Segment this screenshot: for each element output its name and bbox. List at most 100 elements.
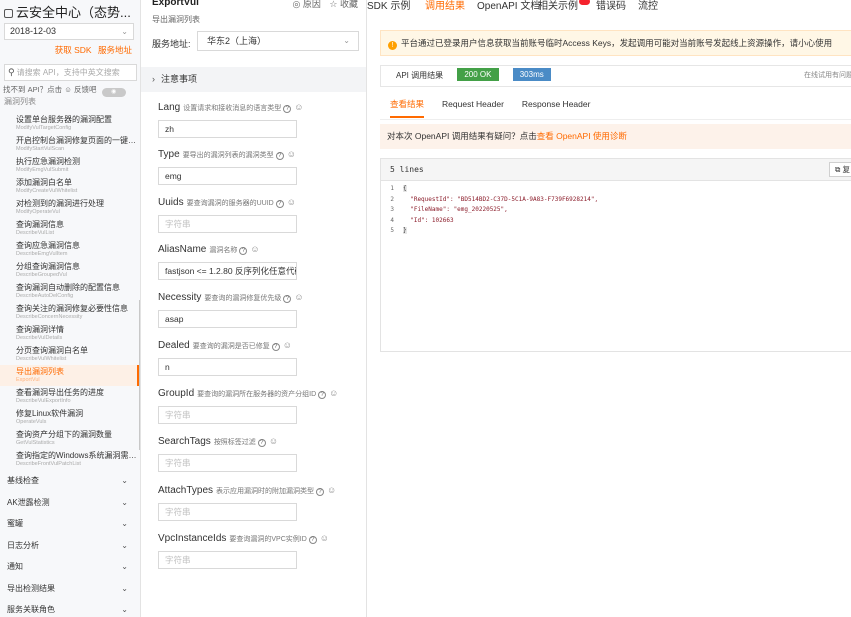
tab-3[interactable]: 相关示例 (538, 0, 590, 12)
line-number: 5 (390, 227, 394, 234)
chevron-down-icon: ⌄ (121, 27, 128, 36)
diagnosis-link[interactable]: 查看 OpenAPI 使用诊断 (537, 131, 627, 141)
sidebar-api-item[interactable]: 开启控制台漏洞修复页面的一键扫描... ModifyStartVulScan (0, 134, 139, 155)
debug-icon[interactable]: ☺ (294, 292, 303, 302)
notice-collapse[interactable]: › 注意事项 (141, 67, 366, 92)
debug-icon[interactable]: ☺ (329, 388, 338, 398)
tab-5[interactable]: 流控 (638, 0, 658, 12)
help-icon[interactable]: ? (283, 105, 292, 113)
param-input[interactable]: 字符串 (158, 551, 297, 569)
param-input[interactable]: 字符串 (158, 406, 297, 424)
help-icon[interactable]: ? (239, 247, 248, 255)
feedback-link[interactable]: 反馈吧 (74, 85, 97, 94)
sidebar-category[interactable]: AK泄露检测 ⌄ (0, 492, 139, 514)
help-icon[interactable]: ? (275, 152, 284, 160)
reason-link[interactable]: 原因 (303, 0, 321, 9)
param-necessity: Necessity 要查询的漏洞修复优先级? ☺ asap (158, 291, 304, 328)
feedback-toggle[interactable]: ◉ (101, 88, 126, 97)
sidebar-api-item[interactable]: 查询漏洞详情 DescribeVulDetails (0, 323, 139, 344)
sidebar-category[interactable]: 蜜罐 ⌄ (0, 513, 139, 535)
copy-button[interactable]: ⧉ 复 (829, 162, 851, 177)
debug-icon[interactable]: ☺ (287, 197, 296, 207)
sidebar-api-item[interactable]: 添加漏洞白名单 ModifyCreateVulWhitelist (0, 176, 139, 197)
chevron-down-icon: ⌄ (121, 540, 128, 550)
api-search-input[interactable]: ⚲ 请搜索 API，支持中英文搜索 (4, 64, 137, 81)
region-select[interactable]: 华东2（上海） ⌄ (197, 31, 359, 51)
version-select[interactable]: 2018-12-03 ⌄ (4, 23, 134, 40)
debug-icon[interactable]: ☺ (287, 149, 296, 159)
sidebar-api-item[interactable]: 查询应急漏洞信息 DescribeEmgVulItem (0, 239, 139, 260)
code-line: 1{ (381, 184, 851, 195)
sidebar-api-item[interactable]: 设置单台服务器的漏洞配置 ModifyVulTargetConfig (0, 113, 139, 134)
line-number: 4 (390, 216, 394, 224)
sidebar-api-item[interactable]: 查询关注的漏洞修复必要性信息 DescribeConcernNecessity (0, 302, 139, 323)
help-icon[interactable]: ? (318, 391, 327, 399)
param-label: AttachTypes 表示应用漏洞时的附加漏洞类型? ☺ (158, 484, 336, 498)
get-sdk-link[interactable]: 获取 SDK (55, 45, 92, 55)
parameter-form: ExportVul ◎ 原因 ☆ 收藏 导出漏洞列表 服务地址: 华东2（上海）… (141, 0, 367, 617)
divider (380, 119, 851, 120)
tab-1[interactable]: 调用结果 (425, 0, 465, 12)
chevron-down-icon: ⌄ (121, 562, 128, 571)
search-icon: ⚲ (8, 67, 15, 77)
tab-label: 错误码 (596, 1, 626, 12)
param-input[interactable]: emg (158, 167, 297, 185)
debug-icon[interactable]: ☺ (250, 244, 259, 254)
param-desc: 设置请求和接收消息的语言类型 (183, 105, 282, 112)
param-label: Uuids 要查询漏洞的服务器的UUID? ☺ (158, 196, 297, 210)
sidebar-category[interactable]: 服务关联角色 ⌄ (0, 599, 139, 617)
debug-icon[interactable]: ☺ (269, 436, 278, 446)
debug-icon[interactable]: ☺ (320, 533, 329, 543)
sidebar-api-item[interactable]: 执行应急漏洞检测 ModifyEmgVulSubmit (0, 155, 139, 176)
debug-icon[interactable]: ☺ (327, 485, 336, 495)
result-tab-2[interactable]: Response Header (522, 99, 591, 109)
result-tab-1[interactable]: Request Header (442, 99, 504, 109)
sidebar-api-item[interactable]: 分组查询漏洞信息 DescribeGroupedVul (0, 260, 139, 281)
help-icon[interactable]: ? (275, 200, 284, 208)
sidebar-category[interactable]: 日志分析 ⌄ (0, 535, 139, 557)
api-name: ExportVul (152, 0, 199, 8)
sidebar-api-item[interactable]: 导出漏洞列表 ExportVul (0, 365, 139, 386)
param-input[interactable]: 字符串 (158, 454, 297, 472)
sidebar-api-item[interactable]: 查询漏洞自动删除的配置信息 DescribeAutoDelConfig (0, 281, 139, 302)
smile-icon: ☺ (64, 85, 72, 94)
sidebar-category[interactable]: 导出检测结果 ⌄ (0, 578, 139, 600)
help-icon[interactable]: ? (257, 439, 266, 447)
sidebar-api-item[interactable]: 查看漏洞导出任务的进度 DescribeVulExportInfo (0, 386, 139, 407)
sidebar-api-item[interactable]: 修复Linux软件漏洞 OperateVuls (0, 407, 139, 428)
help-icon[interactable]: ? (271, 343, 280, 351)
tab-0[interactable]: SDK 示例 (367, 0, 410, 12)
result-tab-0[interactable]: 查看结果 (390, 98, 425, 118)
param-input[interactable]: zh (158, 120, 297, 138)
param-input[interactable]: fastjson <= 1.2.80 反序列化任意代码 (158, 262, 297, 280)
param-input[interactable]: n (158, 358, 297, 376)
sidebar-api-item[interactable]: 对检测到的漏洞进行处理 ModifyOperateVul (0, 197, 139, 218)
sidebar-category[interactable]: 基线检查 ⌄ (0, 470, 139, 492)
sidebar-category[interactable]: 通知 ⌄ (0, 556, 139, 578)
sidebar-api-item[interactable]: 分页查询漏洞白名单 DescribeVulWhitelist (0, 344, 139, 365)
help-icon[interactable]: ? (283, 295, 292, 303)
favorite-link[interactable]: 收藏 (340, 0, 358, 9)
param-input[interactable]: 字符串 (158, 503, 297, 521)
sidebar-api-item[interactable]: 查询指定的Windows系统漏洞需要安... DescribeFrontVulPa… (0, 449, 139, 470)
service-address-link[interactable]: 服务地址 (98, 45, 132, 55)
product-title[interactable]: 云安全中心（态势... (4, 2, 131, 21)
sidebar-api-item[interactable]: 查询漏洞信息 DescribeVulList (0, 218, 139, 239)
api-item-code: ModifyStartVulScan (16, 146, 65, 152)
help-icon[interactable]: ? (316, 488, 325, 496)
notice-text: 注意事项 (161, 74, 198, 84)
param-input[interactable]: 字符串 (158, 215, 297, 233)
api-item-name: 查询漏洞信息 (16, 220, 64, 229)
help-icon[interactable]: ? (308, 536, 317, 544)
debug-icon[interactable]: ☺ (283, 340, 292, 350)
param-input[interactable]: asap (158, 310, 297, 328)
debug-icon[interactable]: ☺ (294, 102, 303, 112)
diagnosis-text: 对本次 OpenAPI 调用结果有疑问？点击 (387, 131, 537, 141)
tab-4[interactable]: 错误码 (596, 0, 626, 12)
chevron-down-icon: ⌄ (121, 497, 128, 507)
sidebar-api-item[interactable]: 查询资产分组下的漏洞数量 GetVulStatistics (0, 428, 139, 449)
status-right-text[interactable]: 在线试用有问题, (804, 66, 851, 86)
notification-badge (579, 0, 590, 5)
tab-2[interactable]: OpenAPI 文档 (477, 0, 540, 12)
param-label: Lang 设置请求和接收消息的语言类型? ☺ (158, 101, 303, 115)
